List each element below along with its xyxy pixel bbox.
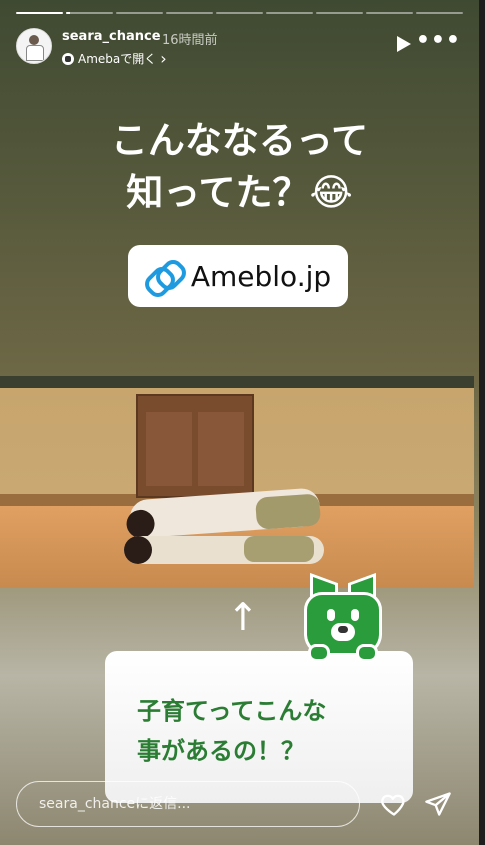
progress-segment <box>166 12 213 14</box>
up-arrow: ↑ <box>227 595 259 639</box>
progress-segment <box>216 12 263 14</box>
reply-input[interactable] <box>17 782 359 826</box>
story-photo <box>0 376 474 588</box>
reply-field[interactable] <box>16 781 360 827</box>
progress-segment <box>66 12 113 14</box>
headline-line-2: 知ってた？😂 <box>126 171 353 214</box>
link-sticker[interactable]: Ameblo.jp <box>128 245 348 307</box>
progress-segment <box>116 12 163 14</box>
ameba-mascot-icon <box>302 572 384 662</box>
heart-icon[interactable] <box>380 790 408 818</box>
timestamp: 16時間前 <box>162 33 218 48</box>
more-icon[interactable]: ••• <box>416 30 461 52</box>
story-header: seara_chance 16時間前 Amebaで開く › ••• <box>16 28 463 68</box>
send-icon[interactable] <box>424 790 452 818</box>
story-viewer[interactable]: seara_chance 16時間前 Amebaで開く › ••• こんななるっ… <box>0 0 479 845</box>
quote-text: 子育てってこんな 事があるの！？ <box>137 697 327 765</box>
progress-segment <box>366 12 413 14</box>
progress-segment <box>16 12 63 14</box>
play-icon[interactable] <box>397 36 411 52</box>
progress-segment <box>416 12 463 14</box>
progress-segment <box>266 12 313 14</box>
story-progress <box>16 12 463 14</box>
link-icon <box>140 255 190 302</box>
chevron-right-icon: › <box>160 49 167 68</box>
avatar[interactable] <box>16 28 52 64</box>
username[interactable]: seara_chance <box>62 29 161 44</box>
link-sticker-label: Ameblo.jp <box>190 259 332 293</box>
headline-line-1: こんななるって <box>110 119 369 162</box>
progress-segment <box>316 12 363 14</box>
ameba-icon <box>62 52 74 65</box>
child-figure <box>124 536 324 564</box>
open-in-ameba-label: Amebaで開く <box>78 52 157 66</box>
story-headline: こんななるって 知ってた？😂 <box>0 115 479 219</box>
open-in-ameba-link[interactable]: Amebaで開く › <box>62 49 167 68</box>
scrollbar[interactable] <box>479 0 485 845</box>
podium <box>136 394 254 498</box>
